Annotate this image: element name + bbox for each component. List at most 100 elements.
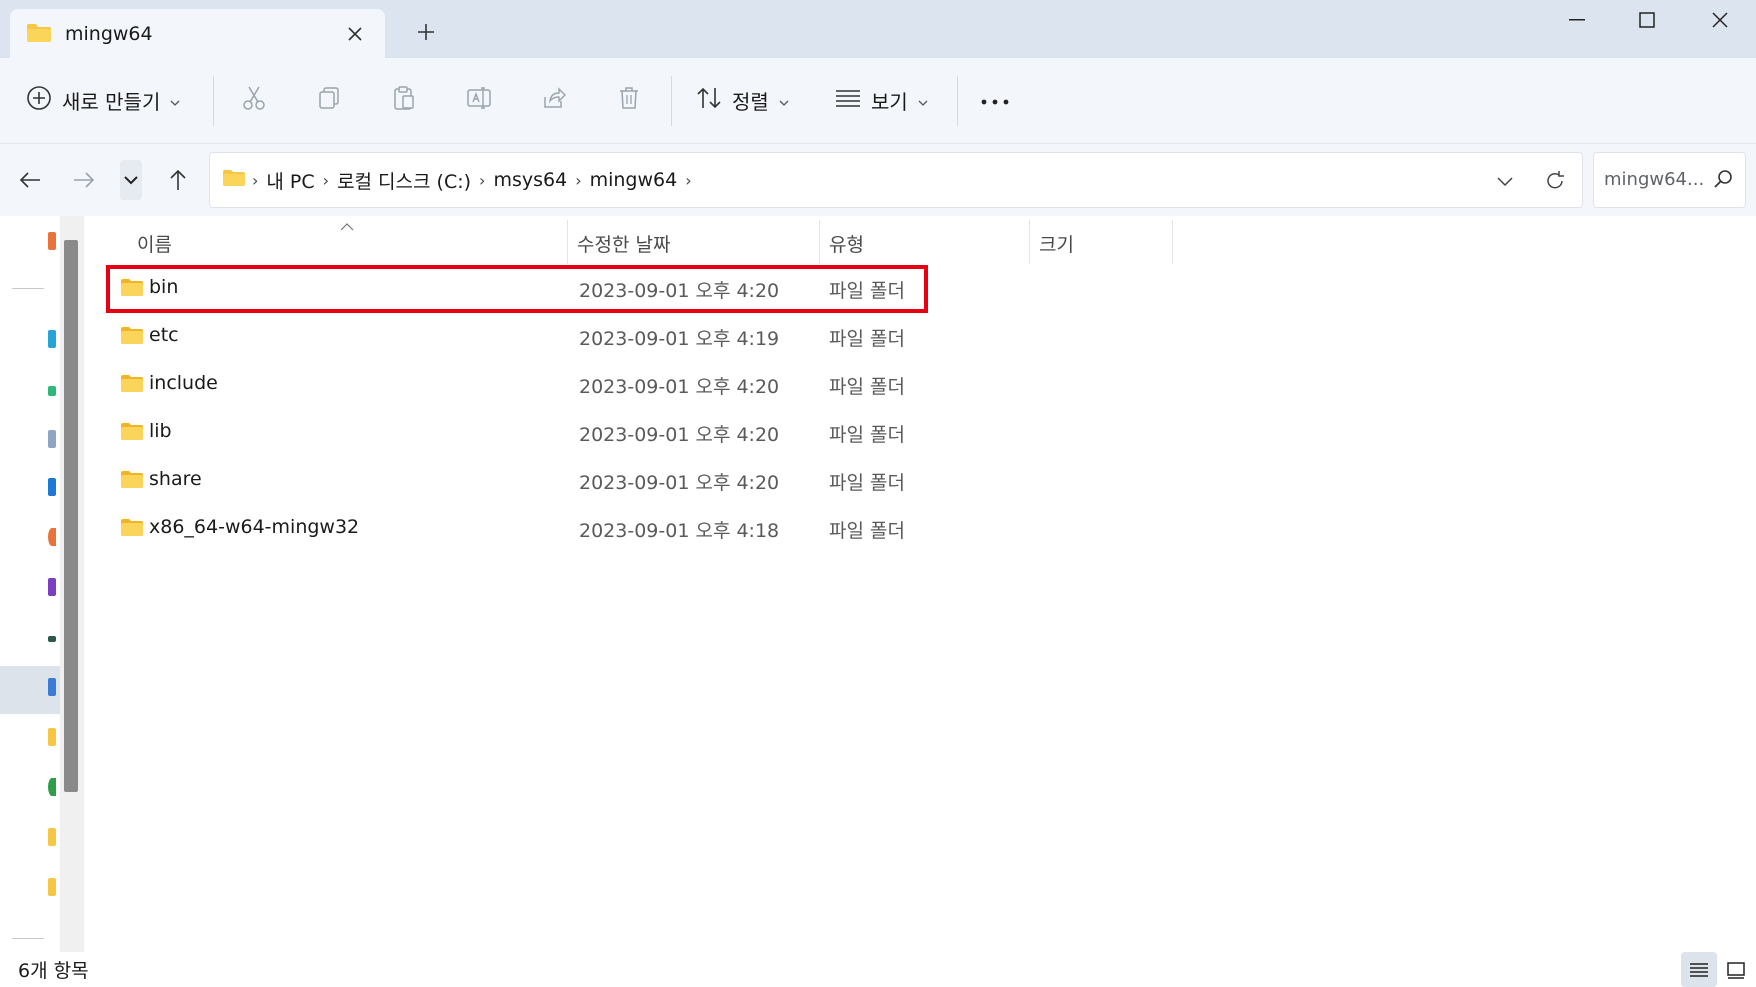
- delete-icon: [616, 85, 642, 115]
- folder-icon: [120, 470, 144, 493]
- view-label: 보기: [871, 89, 908, 114]
- minimize-icon[interactable]: [1542, 0, 1612, 40]
- close-icon[interactable]: [340, 19, 370, 49]
- command-bar: 새로 만들기 정렬 보기: [0, 58, 1756, 144]
- crumb-mingw64[interactable]: mingw64: [590, 169, 678, 191]
- column-header-date[interactable]: 수정한 날짜: [577, 224, 817, 262]
- nav-scrollbar-thumb[interactable]: [64, 240, 78, 792]
- cut-button[interactable]: [241, 78, 267, 122]
- file-list: 이름 수정한 날짜 유형 크기 bin 2023-09-01 오후 4:20 파…: [100, 216, 1756, 952]
- highlight-box: [106, 265, 928, 313]
- address-bar[interactable]: › 내 PC › 로컬 디스크 (C:) › msys64 › mingw64 …: [209, 152, 1583, 208]
- status-bar: 6개 항목: [0, 952, 1756, 987]
- tiles-view-icon[interactable]: [1718, 952, 1754, 987]
- folder-icon: [26, 23, 52, 47]
- paste-button[interactable]: [391, 78, 417, 122]
- address-row: › 내 PC › 로컬 디스크 (C:) › msys64 › mingw64 …: [0, 144, 1756, 216]
- file-type: 파일 폴더: [829, 376, 905, 398]
- folder-icon: [120, 422, 144, 445]
- crumb-my-pc[interactable]: 내 PC: [266, 167, 314, 194]
- tab-mingw64[interactable]: mingw64: [10, 9, 385, 58]
- downloads-icon[interactable]: [48, 386, 56, 396]
- share-icon: [541, 85, 567, 115]
- refresh-icon[interactable]: [1540, 167, 1570, 195]
- copy-icon: [316, 85, 342, 115]
- crumb-msys64[interactable]: msys64: [493, 169, 567, 191]
- table-row[interactable]: x86_64-w64-mingw32 2023-09-01 오후 4:18 파일…: [110, 506, 930, 552]
- videos-icon[interactable]: [48, 578, 56, 596]
- maximize-icon[interactable]: [1612, 0, 1682, 40]
- file-date: 2023-09-01 오후 4:20: [579, 424, 780, 446]
- file-type: 파일 폴더: [829, 328, 905, 350]
- table-row[interactable]: lib 2023-09-01 오후 4:20 파일 폴더: [110, 410, 930, 456]
- file-date: 2023-09-01 오후 4:18: [579, 520, 780, 542]
- desktop-icon[interactable]: [48, 330, 56, 348]
- pictures-icon[interactable]: [48, 478, 56, 496]
- toolbar-divider: [213, 76, 214, 126]
- forward-icon[interactable]: [66, 162, 102, 198]
- folder-icon[interactable]: [48, 728, 56, 746]
- view-button[interactable]: 보기: [835, 78, 928, 122]
- chevron-down-icon[interactable]: [1490, 167, 1520, 195]
- folder-icon[interactable]: [48, 828, 56, 846]
- rename-button[interactable]: [466, 78, 492, 122]
- table-row[interactable]: share 2023-09-01 오후 4:20 파일 폴더: [110, 458, 930, 504]
- sort-button[interactable]: 정렬: [696, 78, 789, 122]
- search-icon: [1713, 169, 1733, 193]
- music-icon[interactable]: [48, 528, 56, 546]
- column-divider[interactable]: [819, 220, 820, 264]
- column-header-name[interactable]: 이름: [137, 224, 567, 262]
- sort-icon: [696, 86, 722, 114]
- file-date: 2023-09-01 오후 4:20: [579, 376, 780, 398]
- this-pc-icon[interactable]: [48, 678, 56, 696]
- column-divider[interactable]: [567, 220, 568, 264]
- home-icon[interactable]: [48, 232, 56, 250]
- chevron-down-icon: [170, 91, 180, 110]
- chevron-right-icon[interactable]: ›: [575, 171, 581, 190]
- back-icon[interactable]: [12, 162, 48, 198]
- search-placeholder: mingw64...: [1604, 169, 1705, 190]
- title-bar: mingw64: [0, 0, 1756, 58]
- column-header-type[interactable]: 유형: [829, 224, 1029, 262]
- view-icon: [835, 88, 861, 112]
- new-button[interactable]: 새로 만들기: [26, 78, 180, 122]
- documents-icon[interactable]: [48, 430, 56, 448]
- chevron-right-icon: ›: [252, 170, 259, 190]
- delete-button[interactable]: [616, 78, 642, 122]
- item-count: 6개 항목: [18, 960, 89, 982]
- column-header-size[interactable]: 크기: [1039, 224, 1169, 262]
- paste-icon: [391, 85, 417, 115]
- column-divider[interactable]: [1172, 220, 1173, 264]
- nav-divider: [12, 288, 44, 289]
- file-type: 파일 폴더: [829, 424, 905, 446]
- chevron-right-icon[interactable]: ›: [479, 171, 485, 190]
- chevron-right-icon[interactable]: ›: [685, 171, 691, 190]
- table-row[interactable]: include 2023-09-01 오후 4:20 파일 폴더: [110, 362, 930, 408]
- up-icon[interactable]: [160, 162, 196, 198]
- file-name: include: [149, 372, 218, 394]
- plus-icon[interactable]: [412, 18, 440, 46]
- search-input[interactable]: mingw64...: [1593, 152, 1746, 208]
- onedrive-check-icon[interactable]: [48, 778, 56, 796]
- crumb-local-disk[interactable]: 로컬 디스크 (C:): [337, 167, 471, 194]
- share-button[interactable]: [541, 78, 567, 122]
- file-name: x86_64-w64-mingw32: [149, 516, 360, 538]
- file-name: lib: [149, 420, 172, 442]
- folder-icon[interactable]: [48, 878, 56, 896]
- nav-divider: [12, 938, 44, 939]
- column-divider[interactable]: [1029, 220, 1030, 264]
- chevron-right-icon[interactable]: ›: [323, 171, 329, 190]
- recent-locations-button[interactable]: [120, 160, 142, 200]
- copy-button[interactable]: [316, 78, 342, 122]
- chevron-down-icon: [918, 91, 928, 110]
- close-window-icon[interactable]: [1685, 0, 1755, 40]
- sort-label: 정렬: [732, 89, 769, 114]
- table-row[interactable]: etc 2023-09-01 오후 4:19 파일 폴더: [110, 314, 930, 360]
- drive-icon[interactable]: [48, 636, 56, 642]
- navigation-pane[interactable]: [0, 216, 84, 952]
- more-button[interactable]: [980, 78, 1010, 122]
- details-view-icon[interactable]: [1681, 952, 1717, 987]
- toolbar-divider: [671, 76, 672, 126]
- more-icon: [980, 91, 1010, 110]
- file-name: etc: [149, 324, 179, 346]
